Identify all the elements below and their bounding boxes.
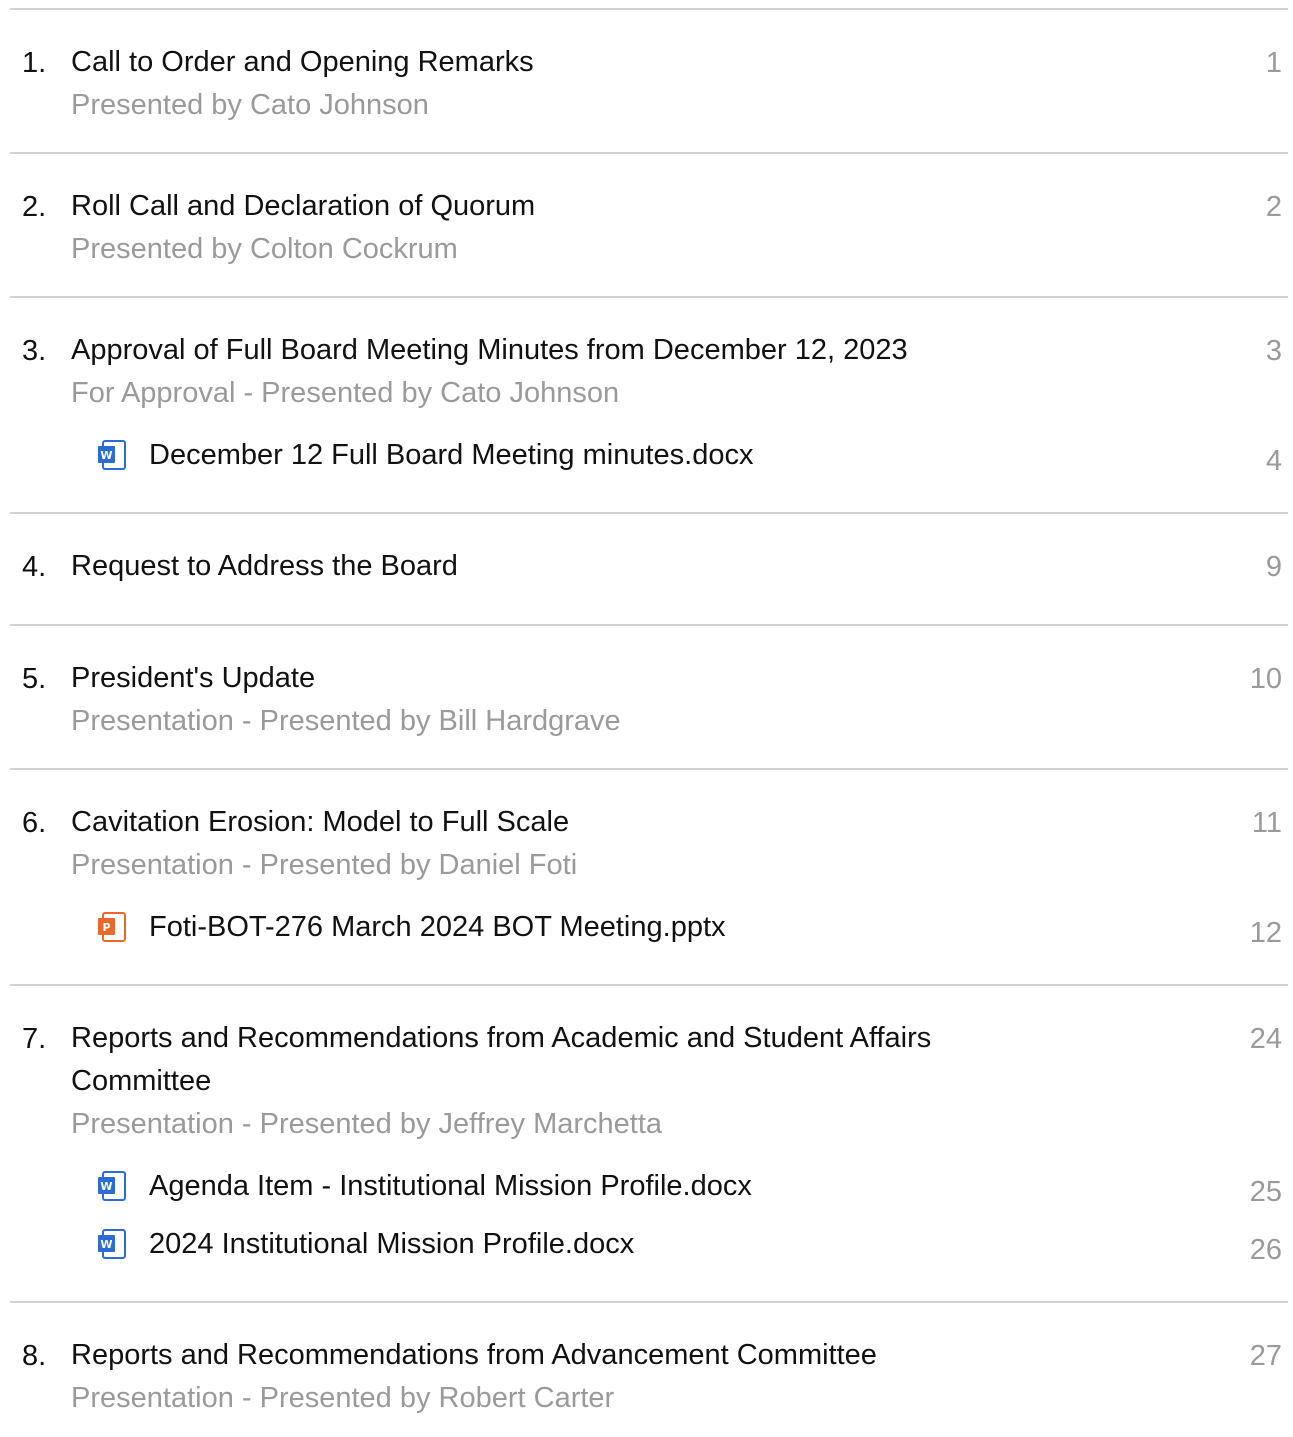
page-number: 11	[1251, 807, 1282, 839]
attachment-link[interactable]: December 12 Full Board Meeting minutes.d…	[149, 434, 753, 476]
divider	[10, 296, 1288, 298]
item-number: 1.	[22, 47, 47, 79]
item-number: 3.	[22, 335, 47, 367]
page-number: 24	[1249, 1023, 1282, 1055]
page-number: 3	[1265, 335, 1282, 367]
agenda-item-title[interactable]: Cavitation Erosion: Model to Full Scale	[71, 801, 569, 844]
agenda-item-presenter: Presentation - Presented by Bill Hardgra…	[71, 705, 621, 737]
page-number: 4	[1265, 445, 1282, 477]
agenda-item-title[interactable]: Roll Call and Declaration of Quorum	[71, 185, 535, 228]
page-number: 2	[1265, 191, 1282, 223]
divider	[10, 768, 1288, 770]
page-number: 25	[1249, 1176, 1282, 1208]
agenda-item-title[interactable]: Reports and Recommendations from Academi…	[71, 1017, 931, 1060]
attachment-link[interactable]: Agenda Item - Institutional Mission Prof…	[149, 1165, 752, 1207]
word-document-icon: W	[98, 1229, 126, 1259]
divider	[10, 512, 1288, 514]
agenda-item-presenter: Presented by Cato Johnson	[71, 89, 429, 121]
agenda-item-title[interactable]: Call to Order and Opening Remarks	[71, 41, 534, 84]
attachment-link[interactable]: Foti-BOT-276 March 2024 BOT Meeting.pptx	[149, 906, 726, 948]
agenda-list: 1. Call to Order and Opening Remarks Pre…	[0, 0, 1293, 1437]
svg-text:P: P	[102, 921, 110, 934]
agenda-item-presenter: Presented by Colton Cockrum	[71, 233, 458, 265]
svg-text:W: W	[100, 449, 112, 462]
page-number: 10	[1249, 663, 1282, 695]
page-number: 27	[1249, 1340, 1282, 1372]
agenda-item-presenter: Presentation - Presented by Daniel Foti	[71, 849, 578, 881]
item-number: 6.	[22, 807, 47, 839]
page-number: 26	[1249, 1234, 1282, 1266]
agenda-item-title-continued[interactable]: Committee	[71, 1060, 211, 1103]
item-number: 8.	[22, 1340, 47, 1372]
agenda-item-title[interactable]: Approval of Full Board Meeting Minutes f…	[71, 329, 908, 372]
svg-text:W: W	[100, 1180, 112, 1193]
page-number: 1	[1265, 47, 1282, 79]
divider	[10, 8, 1288, 10]
agenda-item-presenter: Presentation - Presented by Jeffrey Marc…	[71, 1108, 663, 1140]
item-number: 4.	[22, 551, 47, 583]
agenda-item-presenter: Presentation - Presented by Robert Carte…	[71, 1382, 615, 1414]
word-document-icon: W	[98, 1171, 126, 1201]
agenda-item-title[interactable]: President's Update	[71, 657, 315, 700]
item-number: 2.	[22, 191, 47, 223]
agenda-item-presenter: For Approval - Presented by Cato Johnson	[71, 377, 620, 409]
divider	[10, 152, 1288, 154]
divider	[10, 624, 1288, 626]
word-document-icon: W	[98, 440, 126, 470]
agenda-item-title[interactable]: Request to Address the Board	[71, 545, 458, 588]
powerpoint-document-icon: P	[98, 912, 126, 942]
page-number: 9	[1265, 551, 1282, 583]
svg-text:W: W	[100, 1238, 112, 1251]
item-number: 7.	[22, 1023, 47, 1055]
divider	[10, 1301, 1288, 1303]
item-number: 5.	[22, 663, 47, 695]
agenda-item-title[interactable]: Reports and Recommendations from Advance…	[71, 1334, 877, 1377]
divider	[10, 984, 1288, 986]
attachment-link[interactable]: 2024 Institutional Mission Profile.docx	[149, 1223, 634, 1265]
page-number: 12	[1249, 917, 1282, 949]
